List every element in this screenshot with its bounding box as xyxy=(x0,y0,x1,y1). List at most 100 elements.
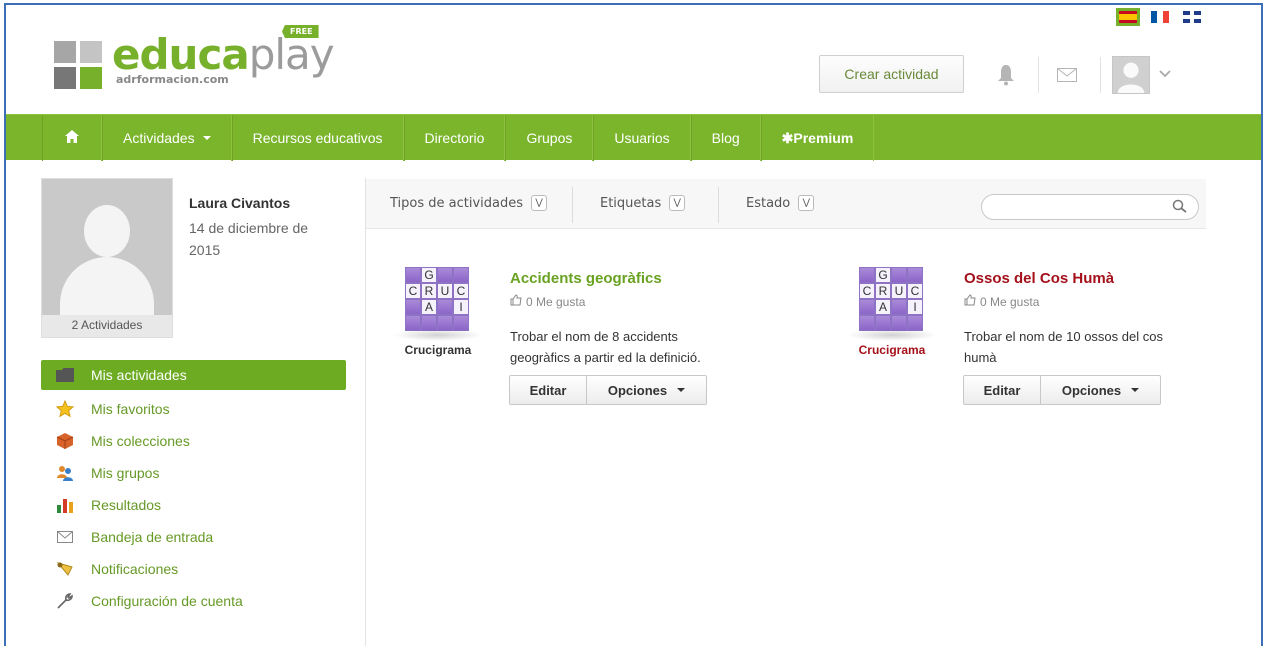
educaplay-logo[interactable]: educaplay adrformacion.com FREE xyxy=(54,25,335,89)
options-button[interactable]: Opciones xyxy=(1041,375,1161,405)
filter-tipos[interactable]: Tipos de actividades ⋁ xyxy=(390,195,548,211)
sidebar-item-label: Mis favoritos xyxy=(91,401,170,417)
logo-free-badge: FREE xyxy=(282,25,319,38)
activity-title[interactable]: Ossos del Cos Humà xyxy=(964,270,1114,287)
sidebar-item-mis-actividades[interactable]: Mis actividades xyxy=(41,360,346,390)
profile-avatar-card[interactable]: 2 Actividades xyxy=(41,178,173,338)
premium-star-icon: ✱ xyxy=(781,129,794,146)
options-label: Opciones xyxy=(1061,382,1122,398)
nav-grupos[interactable]: Grupos xyxy=(505,115,594,161)
home-icon xyxy=(65,130,79,146)
folder-icon xyxy=(55,366,75,384)
sidebar-item-notificaciones[interactable]: Notificaciones xyxy=(41,553,346,585)
sidebar-item-bandeja-de-entrada[interactable]: Bandeja de entrada xyxy=(41,521,346,553)
profile-name: Laura Civantos xyxy=(189,195,291,211)
sidebar-item-mis-grupos[interactable]: Mis grupos xyxy=(41,457,346,489)
logo-word-educa: educa xyxy=(112,30,250,79)
sidebar-item-label: Configuración de cuenta xyxy=(91,593,243,609)
chevron-down-icon[interactable] xyxy=(1156,65,1174,83)
logo-subtitle: adrformacion.com xyxy=(116,73,229,86)
nav-grupos-label: Grupos xyxy=(526,130,573,146)
nav-actividades[interactable]: Actividades xyxy=(102,115,232,161)
sidebar-item-label: Notificaciones xyxy=(91,561,179,577)
profile-avatar xyxy=(42,179,172,315)
filter-etiquetas-label: Etiquetas xyxy=(600,195,662,211)
nav-blog-label: Blog xyxy=(711,130,740,146)
sidebar-menu: Mis actividades Mis favoritos Mis colecc… xyxy=(41,360,346,617)
double-chevron-down-icon[interactable]: ⋁ xyxy=(798,195,815,211)
header: educaplay adrformacion.com FREE Crear ac… xyxy=(6,5,1261,109)
logo-word: educaplay adrformacion.com FREE xyxy=(112,25,335,86)
profile-date: 14 de diciembre de 2015 xyxy=(189,220,309,258)
activity-likes-label: 0 Me gusta xyxy=(526,294,586,309)
nav-actividades-label: Actividades xyxy=(123,130,195,146)
nav-usuarios-label: Usuarios xyxy=(614,130,670,146)
logo-squares-icon xyxy=(54,41,102,89)
flag-es-icon[interactable] xyxy=(1116,8,1140,26)
activity-likes[interactable]: 0 Me gusta xyxy=(510,294,585,309)
double-chevron-down-icon[interactable]: ⋁ xyxy=(669,195,686,211)
create-activity-button[interactable]: Crear actividad xyxy=(819,55,964,93)
activity-title[interactable]: Accidents geogràfics xyxy=(510,270,662,287)
edit-button[interactable]: Editar xyxy=(509,375,587,405)
main-nav: Actividades Recursos educativos Director… xyxy=(6,114,1261,161)
nav-recursos-educativos[interactable]: Recursos educativos xyxy=(231,115,404,161)
sidebar-item-label: Mis grupos xyxy=(91,465,160,481)
content-divider xyxy=(365,178,366,646)
crossword-icon: G CRUC AI xyxy=(859,267,923,331)
activity-type-label: Crucigrama xyxy=(858,343,926,357)
nav-premium[interactable]: ✱ Premium xyxy=(760,115,875,161)
bell-icon[interactable] xyxy=(994,61,1018,89)
group-icon xyxy=(55,464,75,482)
activities-count: 2 Actividades xyxy=(71,318,143,332)
filter-estado-label: Estado xyxy=(746,195,791,211)
nav-directorio[interactable]: Directorio xyxy=(403,115,506,161)
thumbs-up-icon xyxy=(510,294,522,309)
caret-down-icon xyxy=(1131,388,1140,392)
filter-tipos-label: Tipos de actividades xyxy=(390,195,524,211)
activity-buttons: Editar Opciones xyxy=(509,375,707,405)
thumbs-up-icon xyxy=(964,294,976,309)
nav-blog[interactable]: Blog xyxy=(690,115,761,161)
sidebar-item-mis-colecciones[interactable]: Mis colecciones xyxy=(41,425,346,457)
activity-type-label: Crucigrama xyxy=(404,343,472,357)
filter-etiquetas[interactable]: Etiquetas ⋁ xyxy=(600,195,686,211)
caret-down-icon xyxy=(677,388,686,392)
activity-description: Trobar el nom de 8 accidents geogràfics … xyxy=(510,329,701,365)
browser-frame: educaplay adrformacion.com FREE Crear ac… xyxy=(4,3,1263,646)
caret-down-icon xyxy=(202,136,211,140)
activity-buttons: Editar Opciones xyxy=(963,375,1161,405)
filter-estado[interactable]: Estado ⋁ xyxy=(746,195,815,211)
bar-chart-icon xyxy=(55,496,75,514)
activity-likes-label: 0 Me gusta xyxy=(980,294,1040,309)
double-chevron-down-icon[interactable]: ⋁ xyxy=(531,195,548,211)
search-icon[interactable] xyxy=(1172,199,1188,219)
sidebar-item-label: Mis actividades xyxy=(91,367,187,383)
star-icon xyxy=(55,400,75,418)
mail-icon[interactable] xyxy=(1056,65,1078,85)
options-label: Opciones xyxy=(607,382,668,398)
flag-fr-icon[interactable] xyxy=(1151,11,1169,23)
sidebar-item-resultados[interactable]: Resultados xyxy=(41,489,346,521)
activity-likes[interactable]: 0 Me gusta xyxy=(964,294,1039,309)
sidebar-item-label: Resultados xyxy=(91,497,162,513)
mail-icon xyxy=(55,528,75,546)
sidebar-item-label: Bandeja de entrada xyxy=(91,529,214,545)
user-avatar-icon[interactable] xyxy=(1112,56,1150,94)
options-button[interactable]: Opciones xyxy=(587,375,707,405)
edit-button[interactable]: Editar xyxy=(963,375,1041,405)
wrench-icon xyxy=(55,592,75,610)
flag-uk-icon[interactable] xyxy=(1183,11,1201,23)
sidebar-item-configuracion[interactable]: Configuración de cuenta xyxy=(41,585,346,617)
nav-directorio-label: Directorio xyxy=(424,130,485,146)
nav-home[interactable] xyxy=(42,115,102,161)
search-input[interactable] xyxy=(981,194,1199,220)
nav-usuarios[interactable]: Usuarios xyxy=(593,115,691,161)
filter-bar: Tipos de actividades ⋁ Etiquetas ⋁ Estado ⋁ xyxy=(366,179,1206,229)
sidebar-item-mis-favoritos[interactable]: Mis favoritos xyxy=(41,393,346,425)
language-selector xyxy=(1116,8,1201,26)
nav-premium-label: Premium xyxy=(793,130,854,146)
box-icon xyxy=(55,432,75,450)
crossword-icon: G CRUC AI xyxy=(405,267,469,331)
nav-recursos-label: Recursos educativos xyxy=(252,130,383,146)
